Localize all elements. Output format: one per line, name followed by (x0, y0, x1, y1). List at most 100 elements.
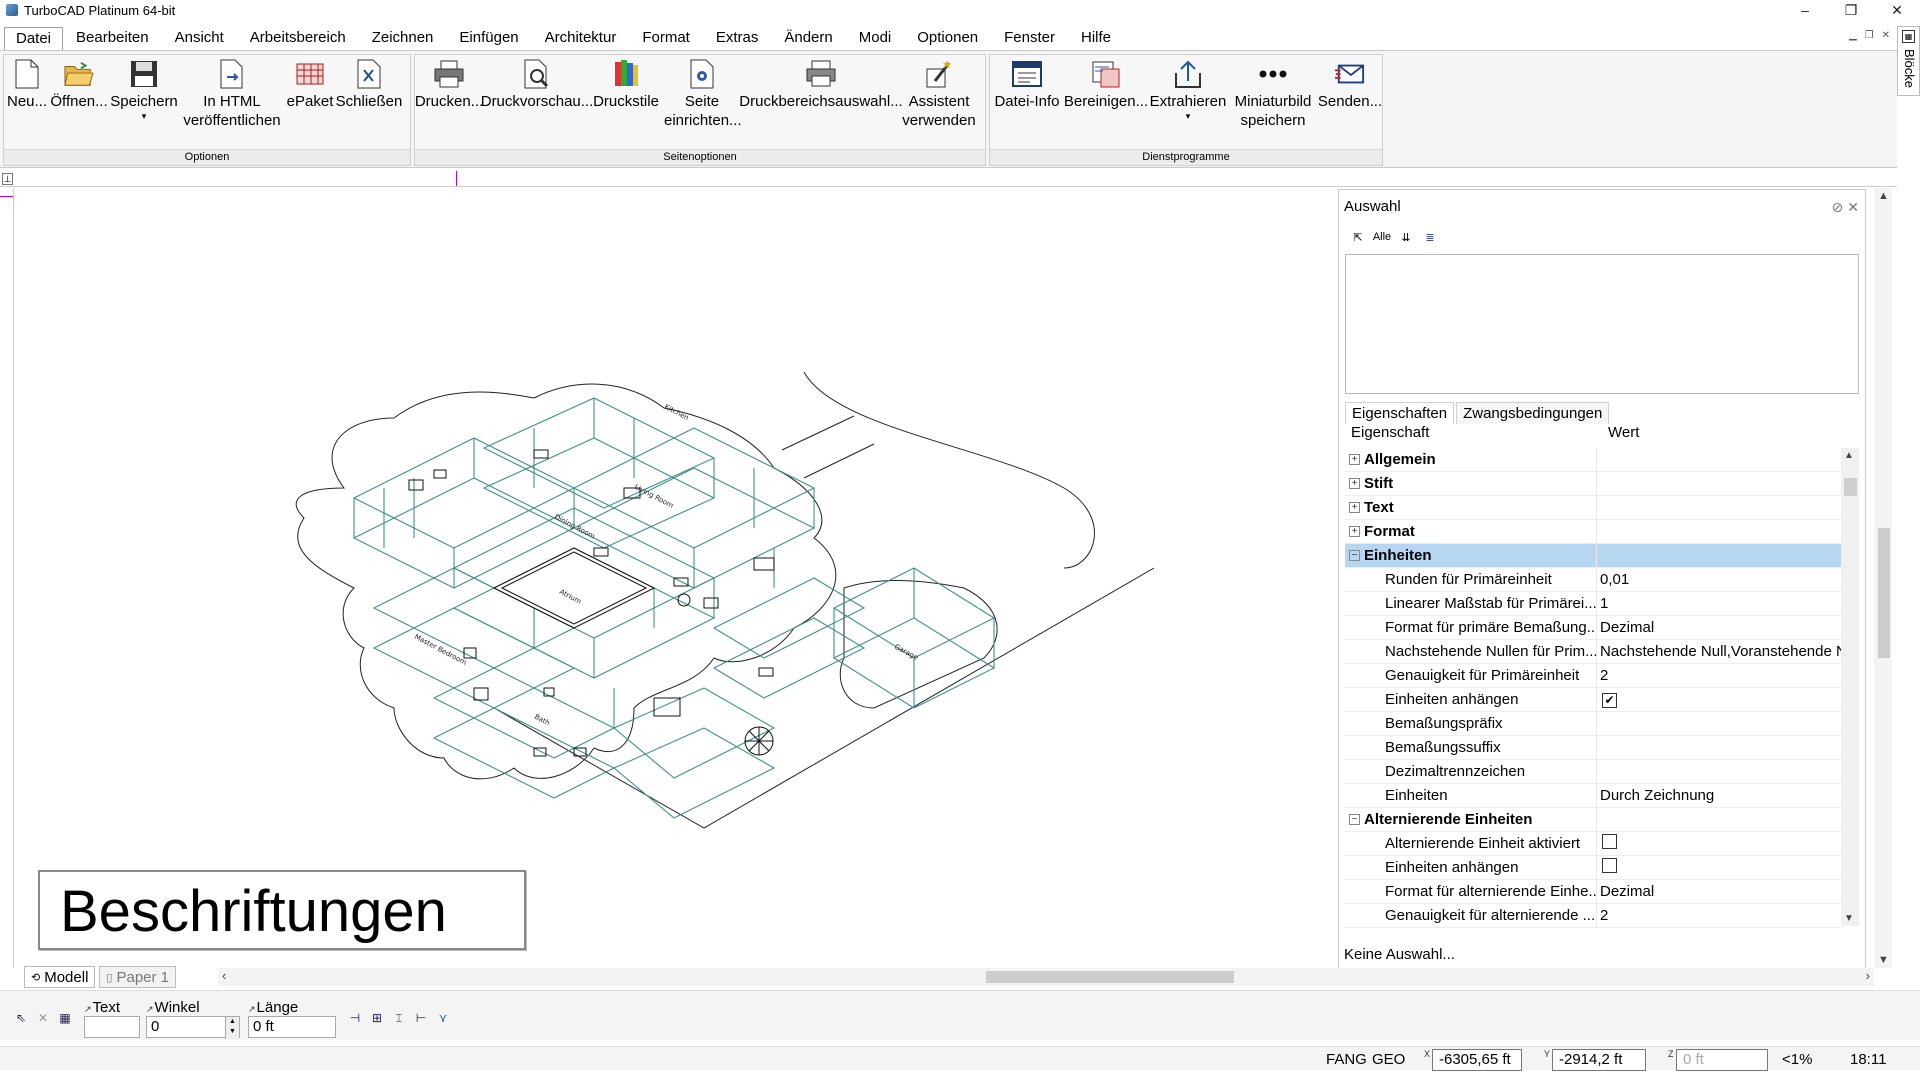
ruler-origin-icon[interactable]: ⊥ (2, 173, 13, 185)
property-category-row[interactable]: + Text (1345, 495, 1841, 520)
property-row[interactable]: Bemaßungssuffix (1345, 735, 1841, 760)
snap-indicator[interactable]: FANG (1326, 1051, 1367, 1068)
tab-paper-1[interactable]: ▯ Paper 1 (99, 966, 177, 988)
print-styles-button[interactable]: Druckstile (591, 55, 661, 111)
scroll-left-icon[interactable]: ‹ (222, 968, 226, 983)
y-coordinate[interactable]: -2914,2 ft (1552, 1049, 1646, 1071)
align-right-icon[interactable]: ⊢ (412, 1009, 430, 1027)
scroll-up-arrow-icon[interactable]: ▲ (1878, 190, 1889, 202)
unchecked-checkbox[interactable] (1602, 834, 1617, 849)
menu-modi[interactable]: Modi (846, 27, 905, 49)
property-row[interactable]: Format für alternierende Einhe... Dezimal (1345, 879, 1841, 904)
property-value-cell[interactable]: 2 (1597, 667, 1841, 684)
open-button[interactable]: Öffnen... (50, 55, 108, 111)
menu-format[interactable]: Format (629, 27, 703, 49)
text-field[interactable] (84, 1016, 140, 1038)
property-category-row[interactable]: − Alternierende Einheiten (1345, 807, 1841, 832)
x-coordinate[interactable]: -6305,65 ft (1432, 1049, 1522, 1071)
property-row[interactable]: Nachstehende Nullen für Prim... Nachstehe… (1345, 639, 1841, 664)
property-row[interactable]: Format für primäre Bemaßung... Dezimal (1345, 615, 1841, 640)
property-row[interactable]: Bemaßungspräfix (1345, 711, 1841, 736)
property-row[interactable]: Linearer Maßstab für Primärei... 1 (1345, 591, 1841, 616)
menu-einfuegen[interactable]: Einfügen (446, 27, 531, 49)
canvas-vertical-scrollbar[interactable]: ▲ ▼ (1874, 188, 1892, 968)
menu-optionen[interactable]: Optionen (904, 27, 991, 49)
doc-close-icon[interactable]: ✕ (1882, 30, 1890, 41)
tab-eigenschaften[interactable]: Eigenschaften (1345, 402, 1455, 424)
geo-indicator[interactable]: GEO (1372, 1051, 1405, 1068)
property-row[interactable]: Genauigkeit für alternierende ... 2 (1345, 903, 1841, 928)
property-row[interactable]: Runden für Primäreinheit 0,01 (1345, 567, 1841, 592)
horizontal-scroll-thumb[interactable] (986, 971, 1234, 983)
unchecked-checkbox[interactable] (1602, 858, 1617, 873)
column-eigenschaft[interactable]: Eigenschaft (1345, 424, 1598, 444)
table-icon[interactable]: ▦ (56, 1009, 74, 1027)
layers-icon[interactable]: ≣ (1421, 228, 1439, 246)
menu-zeichnen[interactable]: Zeichnen (359, 27, 447, 49)
scroll-thumb[interactable] (1844, 478, 1857, 496)
close-window-button[interactable]: ✕ (1874, 0, 1920, 20)
print-button[interactable]: Drucken... (415, 55, 483, 111)
property-category-row[interactable]: − Einheiten (1345, 543, 1841, 568)
print-area-button[interactable]: Druckbereichsauswahl... (739, 55, 903, 111)
canvas-horizontal-scrollbar[interactable]: ‹ › (218, 968, 1874, 986)
property-value-cell[interactable]: 0,01 (1597, 571, 1841, 588)
snap-icon[interactable]: ⋎ (434, 1009, 452, 1027)
zoom-level[interactable]: <1% (1782, 1051, 1812, 1068)
scroll-up-icon[interactable]: ▲ (1844, 450, 1854, 461)
select-mode-icon[interactable]: ⇖ (12, 1009, 30, 1027)
property-value-cell[interactable]: Durch Zeichnung (1597, 787, 1841, 804)
file-info-button[interactable]: Datei-Info (990, 55, 1064, 111)
property-value-cell[interactable]: Nachstehende Null,Voranstehende N (1597, 643, 1841, 660)
angle-spinner-icon[interactable]: ▲ ▼ (225, 1017, 239, 1039)
cleanup-button[interactable]: Bereinigen... (1064, 55, 1148, 111)
extract-button[interactable]: Extrahieren ▾ (1148, 55, 1228, 121)
menu-architektur[interactable]: Architektur (532, 27, 630, 49)
annotation-text-box[interactable]: Beschriftungen (38, 870, 526, 950)
cancel-icon[interactable]: ✕ (34, 1009, 52, 1027)
menu-hilfe[interactable]: Hilfe (1068, 27, 1124, 49)
new-button[interactable]: Neu... (4, 55, 50, 111)
tab-zwangsbedingungen[interactable]: Zwangsbedingungen (1456, 402, 1610, 424)
expand-icon[interactable]: + (1349, 478, 1360, 489)
wizard-button[interactable]: Assistent verwenden (899, 55, 979, 130)
length-field[interactable]: 0 ft (248, 1016, 336, 1038)
expand-icon[interactable]: + (1349, 454, 1360, 465)
menu-fenster[interactable]: Fenster (991, 27, 1068, 49)
property-value-cell[interactable] (1597, 858, 1841, 877)
scroll-down-arrow-icon[interactable]: ▼ (1878, 954, 1889, 966)
save-thumbnail-button[interactable]: Miniaturbild speichern (1228, 55, 1318, 130)
select-tool-icon[interactable]: ⇱ (1349, 228, 1367, 246)
checked-checkbox[interactable]: ✔ (1602, 692, 1617, 708)
align-center-icon[interactable]: ⊞ (368, 1009, 386, 1027)
close-document-button[interactable]: Schließen (336, 55, 402, 111)
property-value-cell[interactable]: ✔ (1597, 691, 1841, 708)
property-grid-scrollbar[interactable]: ▲ ▼ (1841, 448, 1859, 926)
page-setup-button[interactable]: Seite einrichten... (661, 55, 743, 130)
z-coordinate[interactable]: 0 ft (1676, 1049, 1768, 1071)
align-vertical-icon[interactable]: ⌶ (390, 1009, 408, 1027)
pin-icon[interactable]: ⊘ (1832, 190, 1844, 224)
tab-modell[interactable]: ⟲ Modell (24, 966, 96, 988)
expand-icon[interactable]: + (1349, 502, 1360, 513)
extract-dropdown-icon[interactable]: ▾ (1186, 111, 1191, 121)
property-row[interactable]: Alternierende Einheit aktiviert (1345, 831, 1841, 856)
select-all-button[interactable]: Alle (1373, 228, 1391, 246)
align-left-icon[interactable]: ⊣ (346, 1009, 364, 1027)
property-row[interactable]: Einheiten Durch Zeichnung (1345, 783, 1841, 808)
publish-html-button[interactable]: In HTML veröffentlichen (180, 55, 284, 130)
drawing-canvas[interactable]: Living Room Atrium Garage Kitchen Master… (14, 188, 1336, 968)
send-button[interactable]: Senden... (1318, 55, 1382, 111)
property-row[interactable]: Einheiten anhängen (1345, 855, 1841, 880)
vertical-scroll-thumb[interactable] (1878, 528, 1890, 658)
save-button[interactable]: Speichern ▾ (108, 55, 180, 121)
scroll-down-icon[interactable]: ▼ (1844, 913, 1854, 924)
restore-button[interactable]: ❐ (1828, 0, 1874, 20)
collapse-icon[interactable]: − (1349, 814, 1360, 825)
save-dropdown-icon[interactable]: ▾ (142, 111, 147, 121)
doc-restore-icon[interactable]: ❐ (1865, 30, 1874, 41)
collapse-icon[interactable]: − (1349, 550, 1360, 561)
menu-extras[interactable]: Extras (703, 27, 772, 49)
epackage-button[interactable]: ePaket (284, 55, 336, 111)
column-wert[interactable]: Wert (1598, 424, 1639, 444)
